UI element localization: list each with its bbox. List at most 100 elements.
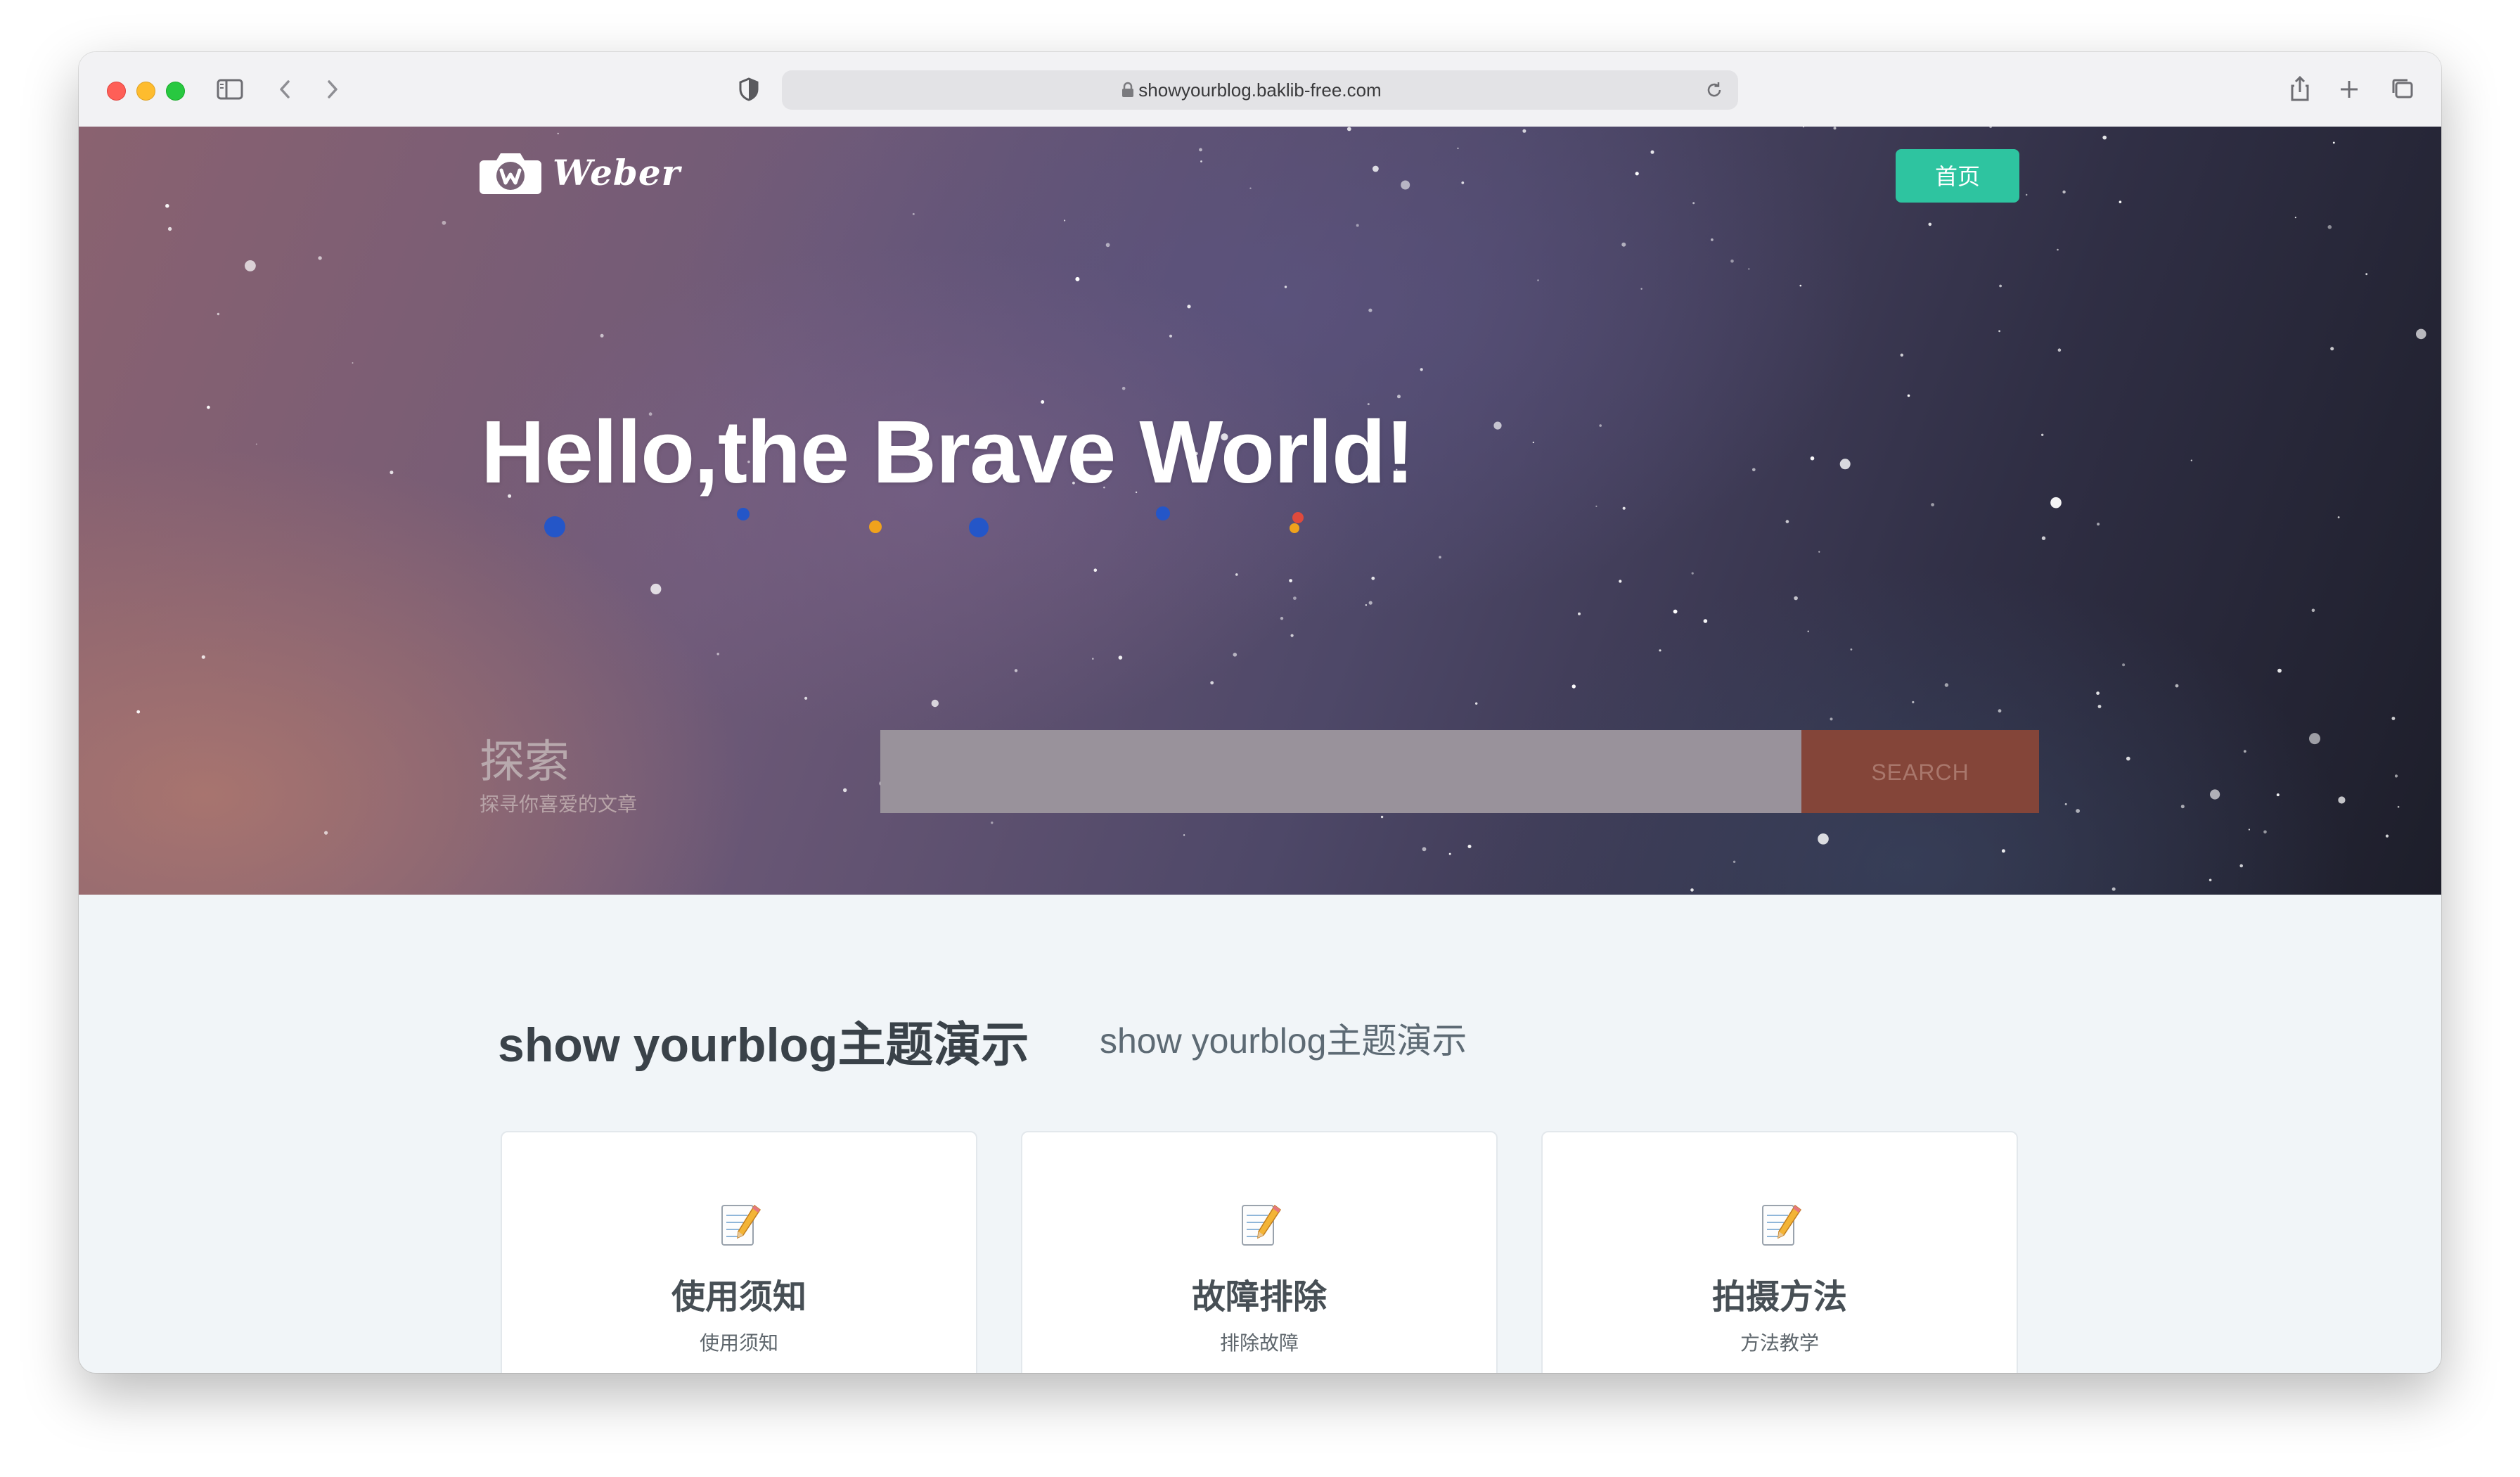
star (1397, 395, 1401, 399)
zoom-window-button[interactable] (166, 82, 185, 101)
minimize-window-button[interactable] (136, 82, 155, 101)
forward-icon[interactable] (315, 73, 350, 106)
decor-dot-blue (1156, 506, 1170, 520)
star (1368, 601, 1372, 605)
star (1293, 596, 1297, 600)
star (650, 583, 662, 595)
card-subtitle: 排除故障 (1219, 1332, 1299, 1354)
star (1807, 630, 1809, 632)
star (2294, 217, 2296, 219)
decor-dot-orange (869, 520, 882, 533)
close-window-button[interactable] (107, 82, 126, 101)
star (1622, 506, 1626, 510)
star (324, 831, 328, 835)
search-input[interactable] (880, 730, 1801, 813)
star (1187, 305, 1191, 309)
star (843, 788, 847, 793)
star (2397, 805, 2400, 808)
memo-icon (721, 1204, 761, 1246)
star (2332, 141, 2335, 144)
star (1690, 888, 1694, 892)
star (2365, 273, 2368, 276)
star (217, 312, 220, 316)
star (1235, 573, 1238, 576)
star (1818, 551, 1820, 553)
tab-overview-icon[interactable] (2385, 73, 2420, 106)
star (1121, 386, 1126, 390)
share-icon[interactable] (2282, 73, 2318, 106)
address-bar[interactable]: showyourblog.baklib-free.com (782, 70, 1738, 110)
section-subtitle: show yourblog主题演示 (1100, 1021, 1467, 1061)
star (1356, 224, 1359, 227)
star (1346, 127, 1351, 132)
star (1989, 127, 1992, 129)
star (991, 821, 994, 824)
star (2337, 516, 2340, 518)
star (2180, 805, 2185, 809)
decor-dot-orange (1290, 523, 1299, 533)
card-subtitle: 使用须知 (699, 1332, 778, 1354)
sidebar-toggle-icon[interactable] (212, 73, 248, 106)
star (2243, 750, 2246, 753)
star (2338, 796, 2346, 804)
star (1595, 505, 1598, 508)
star (1659, 649, 1661, 652)
star (1692, 202, 1695, 205)
star (1711, 238, 1714, 241)
star (1794, 596, 1798, 601)
star (1673, 609, 1678, 614)
star (1014, 669, 1018, 672)
star (1365, 604, 1367, 606)
back-icon[interactable] (267, 73, 302, 106)
star (1900, 353, 1903, 357)
category-card[interactable]: 故障排除 排除故障 (1021, 1131, 1498, 1373)
star (1599, 424, 1602, 427)
star (2111, 887, 2116, 891)
star (2276, 793, 2280, 797)
hero-banner: Weber 首页 Hello,the Brave World! 探索 探寻你喜爱… (79, 127, 2441, 895)
reload-icon[interactable] (1704, 80, 1724, 100)
star (1118, 656, 1123, 660)
star (2026, 193, 2028, 196)
home-nav-button[interactable]: 首页 (1896, 149, 2019, 203)
star (1850, 648, 1853, 651)
star (2050, 497, 2062, 509)
site-logo[interactable]: Weber (478, 148, 681, 197)
star (1635, 172, 1639, 176)
privacy-shield-icon[interactable] (731, 73, 766, 106)
star (1730, 260, 1734, 263)
star (2239, 864, 2243, 868)
star (1907, 394, 1910, 397)
star (2209, 878, 2212, 882)
card-title: 拍摄方法 (1711, 1279, 1847, 1316)
star (1748, 268, 1750, 270)
hero-title: Hello,the Brave World! (481, 402, 1415, 501)
star (1371, 576, 1375, 580)
star (1448, 852, 1451, 855)
star (1105, 243, 1110, 248)
star (1703, 619, 1708, 623)
star (1280, 617, 1284, 620)
star (2097, 523, 2100, 526)
star (1093, 568, 1098, 572)
explore-subtitle: 探寻你喜爱的文章 (480, 793, 638, 815)
star (1691, 572, 1694, 575)
star (1422, 847, 1427, 852)
star (1810, 456, 1815, 461)
star (1818, 833, 1829, 845)
star (2126, 756, 2130, 761)
star (1064, 219, 1066, 222)
search-button[interactable]: SEARCH (1801, 730, 2039, 813)
new-tab-icon[interactable] (2332, 73, 2367, 106)
category-card[interactable]: 使用须知 使用须知 (501, 1131, 977, 1373)
url-text: showyourblog.baklib-free.com (1138, 79, 1382, 101)
category-card[interactable]: 拍摄方法 方法教学 (1541, 1131, 2018, 1373)
star (1621, 242, 1626, 247)
star (442, 220, 446, 225)
star (2096, 691, 2100, 695)
star (2263, 830, 2267, 834)
star (1461, 181, 1465, 184)
star (1522, 129, 1526, 133)
star (2248, 829, 2250, 831)
star (2327, 225, 2332, 229)
